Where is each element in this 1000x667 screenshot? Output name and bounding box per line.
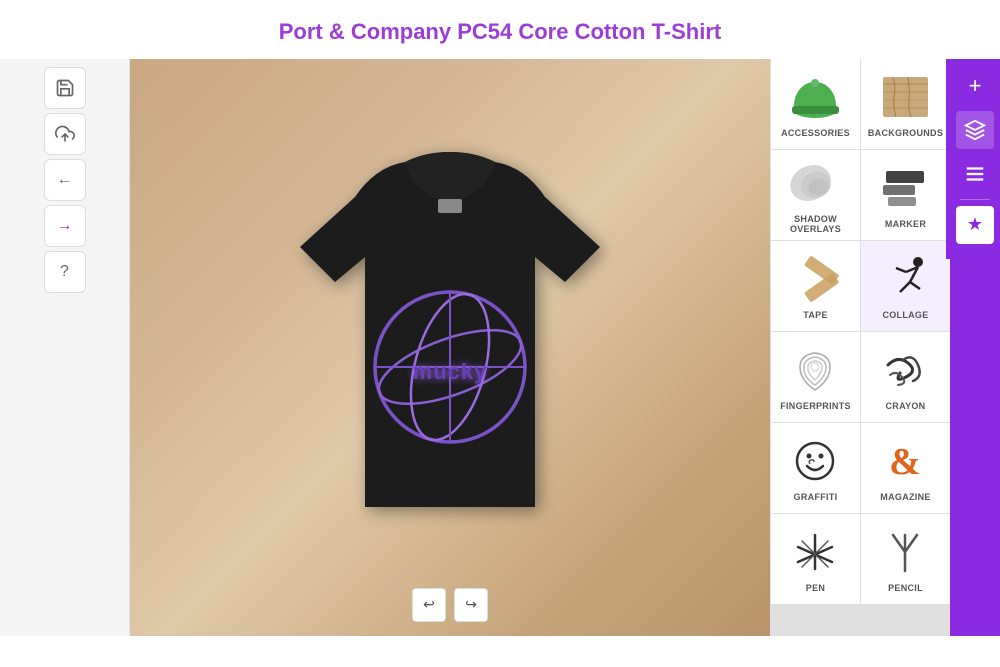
category-collage[interactable]: COLLAGE [861, 241, 950, 331]
marker-icon [876, 160, 936, 215]
upload-button[interactable] [44, 113, 86, 155]
svg-text:mucky: mucky [413, 359, 488, 384]
divider [960, 199, 990, 200]
crayon-label: CRAYON [886, 401, 926, 411]
pattern-icon [964, 163, 986, 185]
magazine-label: MAGAZINE [880, 492, 930, 502]
canvas-background: mucky ↩ ↪ [130, 59, 770, 636]
category-pencil[interactable]: PENCIL [861, 514, 950, 604]
category-pen[interactable]: PEN [771, 514, 860, 604]
category-tape[interactable]: TAPE [771, 241, 860, 331]
category-fingerprints[interactable]: FINGERPRINTS [771, 332, 860, 422]
help-icon: ? [60, 263, 69, 281]
backgrounds-icon [876, 69, 936, 124]
forward-button[interactable]: → [44, 205, 86, 247]
layers-icon [964, 119, 986, 141]
star-icon: ★ [967, 214, 983, 235]
highlight-bar [946, 59, 950, 259]
category-backgrounds[interactable]: BACKGROUNDS [861, 59, 950, 149]
backgrounds-label: BACKGROUNDS [868, 128, 943, 138]
category-graffiti[interactable]: GRAFFITI [771, 423, 860, 513]
layers-button[interactable] [956, 111, 994, 149]
fingerprints-label: FINGERPRINTS [780, 401, 851, 411]
main-container: ← → ? [0, 59, 1000, 636]
category-crayon[interactable]: CRAYON [861, 332, 950, 422]
back-icon: ← [57, 171, 73, 189]
left-sidebar: ← → ? [0, 59, 130, 636]
undo-icon: ↩ [423, 596, 435, 613]
accessories-icon [786, 69, 846, 124]
help-button[interactable]: ? [44, 251, 86, 293]
shadow-overlays-icon [786, 156, 846, 210]
pen-label: PEN [806, 583, 825, 593]
graffiti-label: GRAFFITI [794, 492, 838, 502]
tape-icon [786, 251, 846, 306]
category-panel: ACCESSORIES BACKGROUNDS [770, 59, 950, 636]
favorites-button[interactable]: ★ [956, 206, 994, 244]
tape-label: TAPE [803, 310, 828, 320]
fingerprints-icon [786, 342, 846, 397]
collage-icon [876, 251, 936, 306]
forward-icon: → [57, 217, 73, 235]
pen-icon [786, 524, 846, 579]
category-shadow-overlays[interactable]: SHADOW OVERLAYS [771, 150, 860, 240]
add-icon: + [969, 73, 982, 99]
redo-button[interactable]: ↪ [454, 588, 488, 622]
save-button[interactable] [44, 67, 86, 109]
crayon-icon [876, 342, 936, 397]
collage-label: COLLAGE [882, 310, 928, 320]
right-sidebar: + ★ [950, 59, 1000, 636]
pattern-button[interactable] [956, 155, 994, 193]
back-button[interactable]: ← [44, 159, 86, 201]
svg-text:&: & [889, 441, 921, 483]
add-button[interactable]: + [956, 67, 994, 105]
accessories-label: ACCESSORIES [781, 128, 850, 138]
shadow-overlays-label: SHADOW OVERLAYS [775, 214, 856, 234]
marker-label: MARKER [885, 219, 926, 229]
tshirt-mockup: mucky [260, 137, 640, 557]
graffiti-icon [786, 433, 846, 488]
magazine-icon: & [876, 433, 936, 488]
pencil-label: PENCIL [888, 583, 923, 593]
bottom-controls: ↩ ↪ [412, 588, 488, 622]
redo-icon: ↪ [465, 596, 477, 613]
undo-button[interactable]: ↩ [412, 588, 446, 622]
page-title: Port & Company PC54 Core Cotton T-Shirt [0, 0, 1000, 59]
category-marker[interactable]: MARKER [861, 150, 950, 240]
category-magazine[interactable]: & MAGAZINE [861, 423, 950, 513]
pencil-icon [876, 524, 936, 579]
category-accessories[interactable]: ACCESSORIES [771, 59, 860, 149]
canvas-area: mucky ↩ ↪ [130, 59, 770, 636]
